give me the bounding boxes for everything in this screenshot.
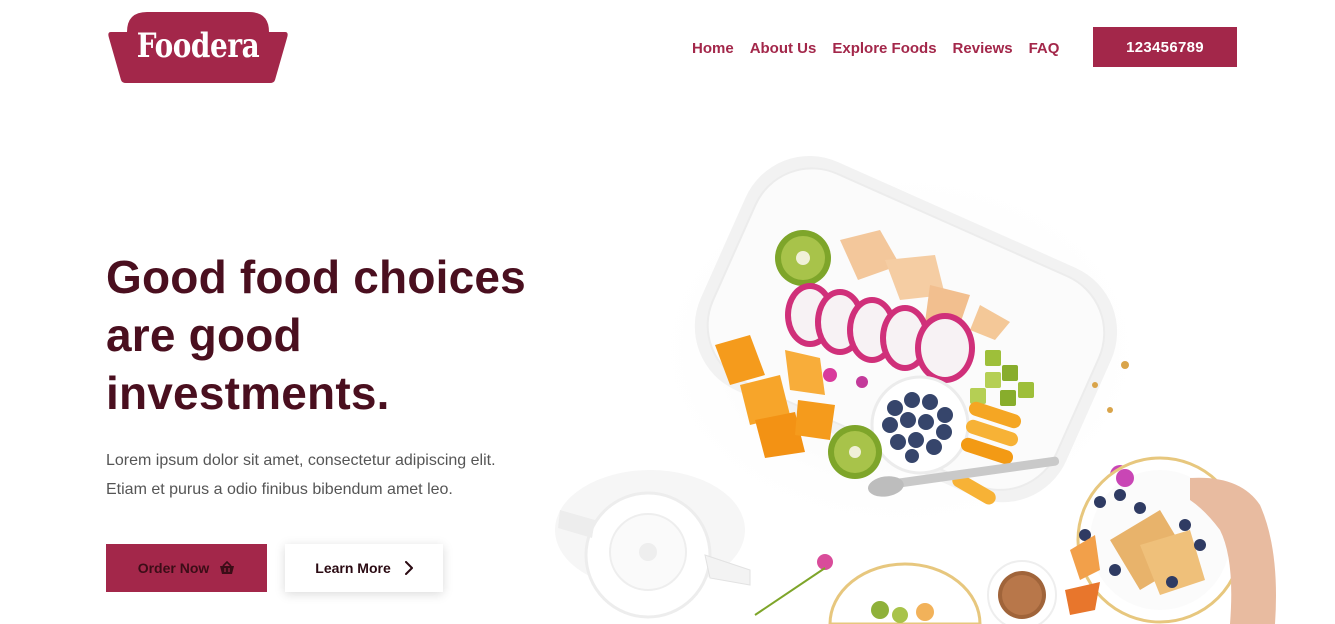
hero-food-image [540,90,1335,624]
headline-line-1: Good food choices [106,251,526,303]
nav-home[interactable]: Home [692,40,734,58]
hero-headline: Good food choices are good investments. [106,248,576,422]
order-now-label: Order Now [137,560,210,576]
basket-icon [219,561,235,575]
nav-about-us[interactable]: About Us [750,40,817,58]
nav-faq[interactable]: FAQ [1029,40,1060,58]
headline-line-3: investments. [106,367,390,419]
chevron-right-icon [404,561,413,575]
brand-name: Foodera [136,26,260,66]
order-now-button[interactable]: Order Now [106,544,267,592]
hero-description: Lorem ipsum dolor sit amet, consectetur … [106,447,566,504]
nav-explore-foods[interactable]: Explore Foods [832,40,936,58]
learn-more-label: Learn More [315,560,391,576]
description-line-1: Lorem ipsum dolor sit amet, consectetur … [106,452,496,469]
description-line-2: Etiam et purus a odio finibus bibendum a… [106,480,453,498]
nav-reviews[interactable]: Reviews [953,40,1013,58]
brand-logo[interactable]: Foodera [107,10,289,83]
main-nav: Home About Us Explore Foods Reviews FAQ [692,40,1075,58]
headline-line-2: are good [106,309,302,361]
learn-more-button[interactable]: Learn More [285,544,443,592]
phone-button[interactable]: 123456789 [1093,27,1237,67]
